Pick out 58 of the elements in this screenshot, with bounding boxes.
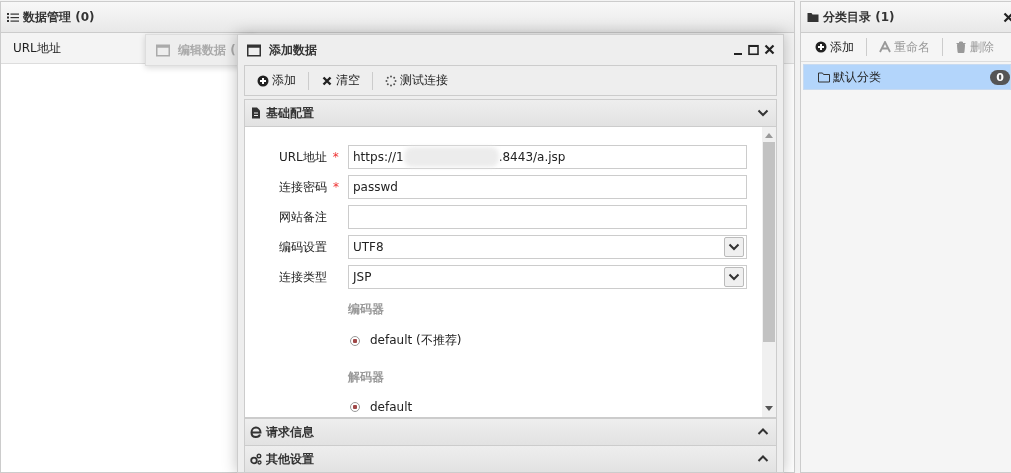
spinner-icon [385, 74, 397, 87]
window-title: 添加数据 [269, 41, 317, 59]
close-icon[interactable] [1003, 11, 1011, 23]
input-field[interactable]: passwd [348, 175, 747, 199]
section-header[interactable]: 请求信息 [244, 418, 777, 446]
gears-icon [250, 453, 262, 465]
e-letter-icon [250, 426, 262, 438]
toolbar-button[interactable]: 测试连接 [379, 70, 454, 91]
section-header[interactable]: 其他设置 [244, 446, 777, 472]
select-field[interactable]: JSP [348, 265, 747, 289]
field-label: 连接类型 [279, 268, 327, 286]
scroll-thumb[interactable] [763, 142, 775, 342]
chevron-down-icon [757, 107, 769, 119]
count-badge: 0 [990, 69, 1010, 85]
select-field[interactable]: UTF8 [348, 235, 747, 259]
list-icon [7, 11, 19, 23]
scrollbar[interactable] [762, 127, 776, 417]
panel-title: 分类目录 (1) [823, 8, 895, 26]
field-label: URL地址 [279, 148, 327, 166]
radio-label: default (不推荐) [370, 332, 462, 349]
field-label: 连接密码 [279, 178, 327, 196]
radio-button[interactable] [350, 335, 360, 346]
maximize-icon[interactable] [748, 44, 759, 56]
dropdown-button[interactable] [724, 267, 744, 287]
folder-icon [807, 11, 819, 23]
close-icon[interactable] [764, 44, 775, 56]
input-field[interactable]: https://1 .8443/a.jsp [348, 145, 747, 169]
group-label: 解码器 [348, 369, 385, 386]
panel-title: 数据管理 (0) [23, 8, 95, 26]
required-mark: * [333, 180, 339, 194]
field-label: 编码设置 [279, 238, 327, 256]
document-icon [250, 107, 262, 119]
chevron-down-icon [728, 271, 740, 283]
window-title: 编辑数据 ( [178, 41, 236, 59]
toolbar-button[interactable]: 添加 [251, 70, 302, 91]
letter-a-icon [879, 41, 891, 53]
section-header[interactable]: 基础配置 [244, 99, 777, 127]
column-header[interactable]: URL地址 [1, 39, 73, 57]
cross-icon [321, 74, 333, 87]
trash-icon [955, 41, 967, 53]
chevron-down-icon [728, 241, 740, 253]
toolbar-button[interactable]: 清空 [315, 70, 366, 91]
field-label: 网站备注 [279, 208, 327, 226]
window-icon [247, 43, 261, 57]
input-field[interactable] [348, 205, 747, 229]
group-label: 编码器 [348, 301, 385, 318]
dropdown-button[interactable] [724, 237, 744, 257]
radio-label: default [370, 400, 413, 414]
required-mark: * [332, 150, 339, 164]
window-icon [156, 43, 170, 57]
category-label: 默认分类 [833, 68, 881, 86]
toolbar-button[interactable]: 添加 [809, 36, 860, 58]
category-item[interactable]: 默认分类 0 [803, 64, 1011, 90]
plus-circle-icon [815, 41, 827, 53]
scroll-down-arrow[interactable] [765, 406, 773, 411]
radio-button[interactable] [350, 402, 360, 412]
plus-circle-icon [257, 74, 269, 87]
folder-icon [818, 71, 830, 83]
